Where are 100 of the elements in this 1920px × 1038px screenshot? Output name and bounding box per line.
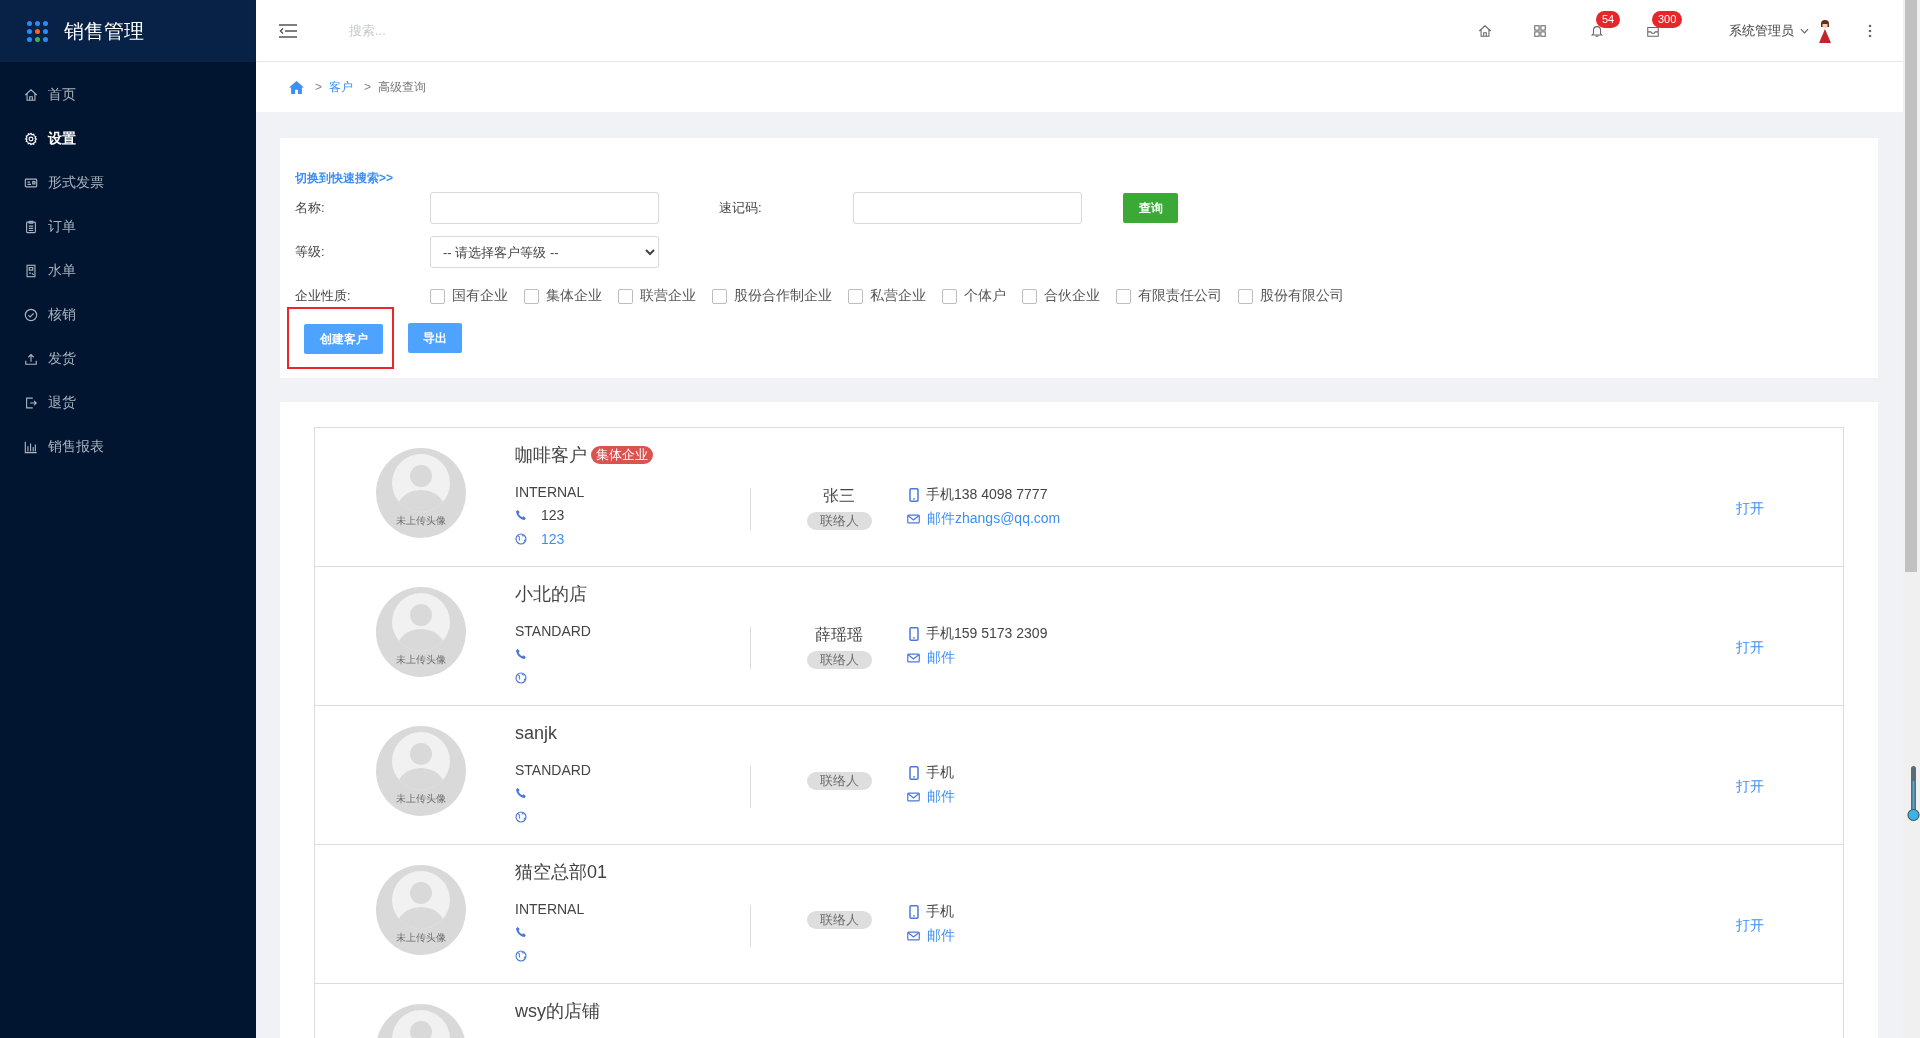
mail-icon	[907, 931, 920, 941]
checkbox-label: 有限责任公司	[1138, 287, 1222, 305]
phone-icon	[515, 926, 527, 938]
mobile-number: 手机138 4098 7777	[926, 486, 1048, 504]
chevron-down-icon[interactable]	[1800, 27, 1809, 34]
field-label: 等级:	[295, 243, 326, 261]
dot-grid-logo-icon	[27, 20, 48, 42]
checkbox-label: 股份有限公司	[1260, 287, 1344, 305]
checkbox[interactable]	[1116, 288, 1131, 304]
globe-icon	[515, 672, 527, 684]
upload-icon	[24, 352, 38, 366]
bell-icon[interactable]	[1590, 23, 1604, 38]
checkbox-label: 个体户	[964, 287, 1006, 305]
phone-number: 123	[541, 507, 565, 523]
person-silhouette-icon	[391, 454, 451, 512]
mobile-number: 手机	[926, 764, 954, 782]
open-link[interactable]: 打开	[1736, 915, 1764, 935]
sidebar-item[interactable]: 水单	[0, 249, 256, 293]
sidebar-item[interactable]: 销售报表	[0, 425, 256, 469]
open-link[interactable]: 打开	[1736, 637, 1764, 657]
open-link[interactable]: 打开	[1736, 498, 1764, 518]
customer-level: INTERNAL	[515, 483, 586, 502]
sidebar-item[interactable]: 订单	[0, 205, 256, 249]
email-link[interactable]: 邮件	[927, 649, 955, 667]
sidebar-item[interactable]: 退货	[0, 381, 256, 425]
mobile-phone-icon	[909, 488, 919, 502]
breadcrumb-item[interactable]: 客户	[329, 78, 353, 96]
avatar-caption: 未上传头像	[396, 932, 446, 944]
checkbox[interactable]	[712, 288, 727, 304]
mobile-phone-icon	[909, 627, 919, 641]
document-icon	[24, 264, 38, 278]
sidebar-item[interactable]: 核销	[0, 293, 256, 337]
contact-role-tag: 联络人	[806, 651, 872, 669]
globe-icon	[515, 811, 527, 823]
text-input[interactable]	[853, 192, 1082, 224]
website-link[interactable]: 123	[541, 531, 565, 547]
query-button[interactable]: 查询	[1123, 193, 1178, 223]
checkbox[interactable]	[1238, 288, 1253, 304]
phone-icon	[515, 648, 527, 660]
mail-icon	[907, 792, 920, 802]
more-icon[interactable]	[1868, 23, 1872, 38]
person-silhouette-icon	[391, 732, 451, 790]
sidebar-item[interactable]: 首页	[0, 73, 256, 117]
mail-icon	[907, 514, 920, 524]
globe-icon	[515, 950, 527, 962]
checkbox[interactable]	[618, 288, 633, 304]
menu-icon[interactable]	[279, 23, 297, 38]
checkbox-label: 集体企业	[546, 287, 602, 305]
home-icon[interactable]	[289, 80, 304, 94]
field-label: 速记码:	[719, 199, 763, 217]
contact-role-tag: 联络人	[806, 512, 872, 530]
checkbox[interactable]	[430, 288, 445, 304]
email-link[interactable]: 邮件	[927, 788, 955, 806]
customer-name: 猫空总部01	[515, 861, 608, 884]
company-type-tag: 集体企业	[591, 446, 653, 464]
customer-name: 小北的店	[515, 583, 587, 606]
mail-icon	[907, 653, 920, 663]
search-field[interactable]: 搜索...	[345, 19, 553, 42]
mobile-phone-icon	[909, 905, 919, 919]
phone-icon	[515, 509, 527, 521]
customer-level: INTERNAL	[515, 900, 586, 919]
breadcrumb-separator: >	[315, 80, 322, 94]
checkbox-label: 股份合作制企业	[734, 287, 832, 305]
checkbox[interactable]	[848, 288, 863, 304]
notification-badge: 54	[1596, 10, 1621, 28]
checkbox[interactable]	[524, 288, 539, 304]
home-icon	[24, 88, 38, 102]
settings-icon	[24, 132, 38, 146]
sidebar-item[interactable]: 设置	[0, 117, 256, 161]
email-link[interactable]: 邮件	[927, 927, 955, 945]
mobile-phone-icon	[909, 766, 919, 780]
checkbox-label: 合伙企业	[1044, 287, 1100, 305]
email-link[interactable]: 邮件zhangs@qq.com	[927, 510, 1061, 528]
create-button[interactable]: 创建客户	[304, 324, 383, 354]
mobile-number: 手机	[926, 903, 954, 921]
checkbox[interactable]	[1022, 288, 1037, 304]
person-silhouette-icon	[391, 593, 451, 651]
contact-role-tag: 联络人	[806, 772, 872, 790]
scrollbar-thumb[interactable]	[1905, 0, 1917, 572]
user-name[interactable]: 系统管理员	[1729, 21, 1794, 40]
grid-icon[interactable]	[1533, 23, 1547, 38]
home-icon[interactable]	[1478, 23, 1492, 38]
sidebar-item[interactable]: 发货	[0, 337, 256, 381]
clipboard-icon	[24, 220, 38, 234]
thermometer-icon[interactable]	[1907, 765, 1920, 822]
breadcrumb-separator: >	[364, 80, 372, 94]
user-avatar[interactable]	[1816, 18, 1834, 43]
open-link[interactable]: 打开	[1736, 776, 1764, 796]
sidebar-item[interactable]: 形式发票	[0, 161, 256, 205]
globe-icon	[515, 533, 527, 545]
export-button[interactable]: 导出	[408, 323, 462, 353]
field-label: 名称:	[295, 199, 326, 217]
bar-chart-icon	[24, 440, 38, 454]
mobile-number: 手机159 5173 2309	[926, 625, 1048, 643]
level-select[interactable]: -- 请选择客户等级 --	[430, 236, 659, 268]
checkbox-label: 私营企业	[870, 287, 926, 305]
switch-search-link[interactable]: 切换到快速搜索>>	[295, 168, 393, 188]
text-input[interactable]	[430, 192, 659, 224]
checkbox[interactable]	[942, 288, 957, 304]
card-icon	[24, 176, 38, 190]
